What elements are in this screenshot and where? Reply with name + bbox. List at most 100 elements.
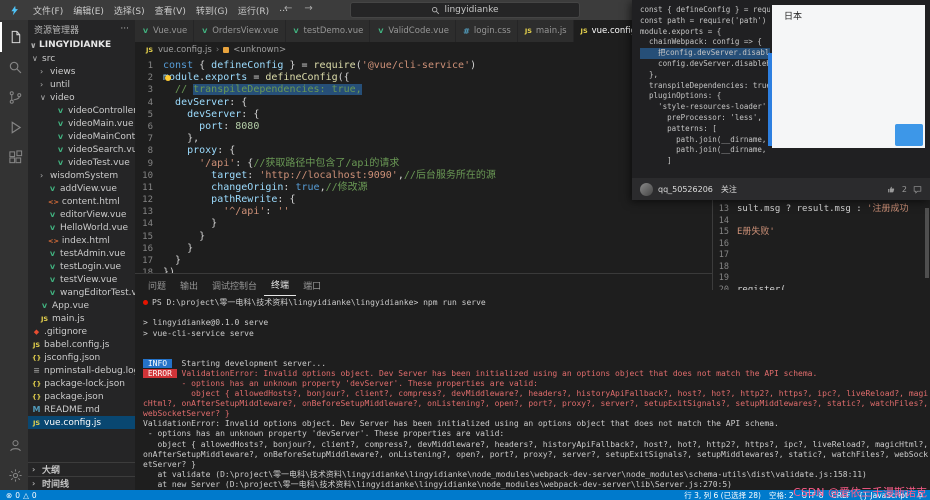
editor-tab[interactable]: VVue.vue: [135, 20, 194, 42]
outline-section[interactable]: › 大纲: [28, 462, 135, 476]
editor-tab[interactable]: VtestDemo.vue: [286, 20, 371, 42]
menu-item[interactable]: 文件(F): [28, 4, 68, 17]
editor-tab[interactable]: VValidCode.vue: [370, 20, 456, 42]
tree-item[interactable]: VaddView.vue: [28, 182, 135, 195]
overlay-blue-button[interactable]: [895, 124, 923, 146]
tree-item[interactable]: VtestView.vue: [28, 273, 135, 286]
tree-item[interactable]: {}package-lock.json: [28, 377, 135, 390]
json-file-icon: {}: [32, 393, 41, 401]
tree-item[interactable]: MREADME.md: [28, 403, 135, 416]
follow-button[interactable]: 关注: [721, 184, 737, 195]
username[interactable]: qq_50526206: [658, 185, 713, 194]
file-name: babel.config.js: [44, 340, 109, 350]
sidebar-item-extensions[interactable]: [0, 142, 28, 172]
comment-icon[interactable]: [913, 185, 922, 194]
code-text: proxy: {: [163, 145, 235, 157]
overlay-code-line: const { defineConfig } = requi: [640, 5, 770, 16]
tree-item[interactable]: ◆.gitignore: [28, 325, 135, 338]
panel-tab[interactable]: 端口: [296, 274, 328, 296]
vue-file-icon: V: [48, 224, 57, 232]
editor-tab[interactable]: VOrdersView.vue: [194, 20, 285, 42]
terminal-text: ValidationError: Invalid options object.…: [177, 369, 818, 378]
tree-item[interactable]: VeditorView.vue: [28, 208, 135, 221]
file-name: until: [50, 80, 70, 90]
js-file-icon: JS: [40, 315, 49, 323]
tree-item[interactable]: VvideoTest.vue: [28, 156, 135, 169]
line-number: 1: [135, 60, 163, 72]
account-button[interactable]: [0, 430, 28, 460]
terminal-line: [143, 349, 930, 359]
panel-tab[interactable]: 输出: [173, 274, 205, 296]
tree-item[interactable]: VwangEditorTest.vue: [28, 286, 135, 299]
avatar[interactable]: [640, 183, 653, 196]
tree-item[interactable]: {}package.json: [28, 390, 135, 403]
menu-item[interactable]: 转到(G): [191, 4, 233, 17]
tree-item[interactable]: JSvue.config.js: [28, 416, 135, 429]
menu-item[interactable]: 选择(S): [109, 4, 150, 17]
panel-tab[interactable]: 问题: [141, 274, 173, 296]
sidebar-item-run-debug[interactable]: [0, 112, 28, 142]
tree-item[interactable]: ›until: [28, 78, 135, 91]
thumbs-up-icon[interactable]: [887, 185, 896, 194]
settings-button[interactable]: [0, 460, 28, 490]
sidebar-item-explorer[interactable]: [0, 22, 28, 52]
menu-item[interactable]: 运行(R): [233, 4, 274, 17]
panel-tab[interactable]: 终端: [264, 274, 296, 296]
timeline-section[interactable]: › 时间线: [28, 476, 135, 490]
sidebar-item-source-control[interactable]: [0, 82, 28, 112]
tree-item[interactable]: ∨video: [28, 91, 135, 104]
command-center-search[interactable]: lingyidianke: [350, 2, 580, 18]
sidebar-item-search[interactable]: [0, 52, 28, 82]
tree-item[interactable]: VvideoMain.vue: [28, 117, 135, 130]
vue-file-icon: V: [56, 120, 65, 128]
tree-item[interactable]: <>index.html: [28, 234, 135, 247]
terminal-text: > lingyidianke@0.1.0 serve: [143, 318, 268, 327]
project-root[interactable]: ∨ LINGYIDIANKE: [28, 38, 135, 52]
code-text: '/api': {//获取路径中包含了/api的请求: [163, 158, 399, 170]
editor-tab[interactable]: JSmain.js: [518, 20, 574, 42]
tree-item[interactable]: <>content.html: [28, 195, 135, 208]
tree-item[interactable]: ›wisdomSystem: [28, 169, 135, 182]
file-name: src: [42, 54, 55, 64]
file-name: App.vue: [52, 301, 89, 311]
explorer-more-actions-icon[interactable]: ···: [120, 24, 129, 34]
code-text: // transpileDependencies: true,: [163, 84, 362, 96]
tree-item[interactable]: VApp.vue: [28, 299, 135, 312]
tree-item[interactable]: {}jsconfig.json: [28, 351, 135, 364]
tree-item[interactable]: JSbabel.config.js: [28, 338, 135, 351]
scrollbar[interactable]: [925, 208, 929, 278]
tree-item[interactable]: VvideoSearch.vue: [28, 143, 135, 156]
chevron-down-icon: ∨: [30, 41, 37, 50]
menu-item[interactable]: 查看(V): [150, 4, 191, 17]
tree-item[interactable]: JSmain.js: [28, 312, 135, 325]
file-name: testAdmin.vue: [60, 249, 125, 259]
menu-bar: 文件(F)编辑(E)选择(S)查看(V)转到(G)运行(R)…: [28, 4, 293, 17]
tree-item[interactable]: ≡npminstall-debug.log: [28, 364, 135, 377]
forward-arrow-icon[interactable]: →: [304, 3, 312, 14]
history-nav: ← →: [284, 3, 313, 14]
vscode-window: 文件(F)编辑(E)选择(S)查看(V)转到(G)运行(R)… ← → ling…: [0, 0, 930, 500]
tree-item[interactable]: ∨src: [28, 52, 135, 65]
tree-item[interactable]: VvideoMainContai...: [28, 130, 135, 143]
code-line: 15E册失败': [713, 227, 930, 239]
status-item[interactable]: 行 3, 列 6 (已选择 28): [684, 490, 761, 500]
menu-item[interactable]: 编辑(E): [68, 4, 109, 17]
tree-item[interactable]: VtestLogin.vue: [28, 260, 135, 273]
chevron-right-icon: ›: [32, 479, 39, 488]
file-name: videoMain.vue: [68, 119, 134, 129]
back-arrow-icon[interactable]: ←: [284, 3, 292, 14]
vue-file-icon: V: [48, 276, 57, 284]
tree-item[interactable]: ›views: [28, 65, 135, 78]
terminal-output[interactable]: PS D:\project\零一电科\技术资料\lingyidianke\lin…: [135, 296, 930, 490]
panel-tab[interactable]: 调试控制台: [205, 274, 264, 296]
terminal-text: at new Server (D:\project\零一电科\技术资料\ling…: [143, 480, 732, 489]
tree-item[interactable]: VtestAdmin.vue: [28, 247, 135, 260]
tree-item[interactable]: VvideoController.v...: [28, 104, 135, 117]
tree-item[interactable]: VHelloWorld.vue: [28, 221, 135, 234]
editor-tab[interactable]: #login.css: [456, 20, 518, 42]
status-bar: ⊗ 0 △ 0 行 3, 列 6 (已选择 28)空格: 2UTF-8CRLF{…: [0, 490, 930, 500]
problems-status[interactable]: ⊗ 0 △ 0: [6, 491, 37, 500]
terminal-text: - options has an unknown property 'devSe…: [143, 429, 504, 438]
status-item[interactable]: 空格: 2: [769, 490, 794, 500]
code-text: }: [163, 255, 181, 267]
